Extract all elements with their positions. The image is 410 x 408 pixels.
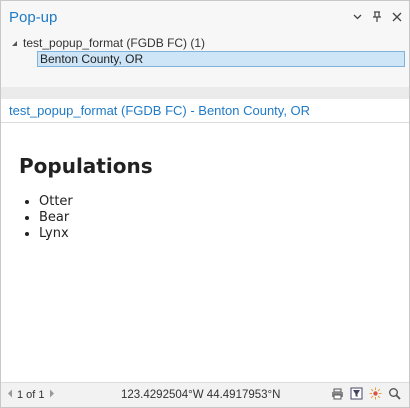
page-indicator: 1 of 1 <box>17 389 45 401</box>
tree-node-layer[interactable]: test_popup_format (FGDB FC) (1) <box>11 36 205 50</box>
tree-node-feature-selected[interactable]: Benton County, OR <box>37 51 405 67</box>
list-item: Otter <box>39 194 73 210</box>
filter-icon[interactable] <box>350 387 363 400</box>
close-icon[interactable] <box>391 10 403 24</box>
pane-titlebar: Pop-up <box>1 1 409 33</box>
flash-icon[interactable] <box>369 387 382 400</box>
popup-content: Populations Otter Bear Lynx <box>1 124 409 382</box>
pin-icon[interactable] <box>371 10 383 24</box>
expand-triangle-icon[interactable] <box>11 36 18 50</box>
print-icon[interactable] <box>331 387 344 400</box>
page-navigation: 1 of 1 <box>7 389 55 401</box>
feature-title: test_popup_format (FGDB FC) - Benton Cou… <box>1 99 409 123</box>
feature-tree: test_popup_format (FGDB FC) (1) Benton C… <box>1 33 409 87</box>
list-item: Lynx <box>39 226 73 242</box>
next-icon[interactable] <box>49 389 55 401</box>
popup-pane: Pop-up test_popup_format (FGDB FC) (1) B… <box>0 0 410 408</box>
pane-title-buttons <box>351 10 403 24</box>
pane-title: Pop-up <box>9 9 58 26</box>
chevron-down-icon[interactable] <box>351 10 363 24</box>
population-list: Otter Bear Lynx <box>19 194 73 242</box>
tree-node-layer-label: test_popup_format (FGDB FC) (1) <box>23 36 206 50</box>
list-item: Bear <box>39 210 73 226</box>
previous-icon[interactable] <box>7 389 13 401</box>
content-heading: Populations <box>19 154 153 178</box>
status-bar: 1 of 1 123.4292504°W 44.4917953°N <box>1 382 409 407</box>
separator <box>1 87 409 99</box>
status-tools <box>331 387 401 400</box>
coordinates-readout: 123.4292504°W 44.4917953°N <box>121 389 281 401</box>
zoom-to-icon[interactable] <box>388 387 401 400</box>
